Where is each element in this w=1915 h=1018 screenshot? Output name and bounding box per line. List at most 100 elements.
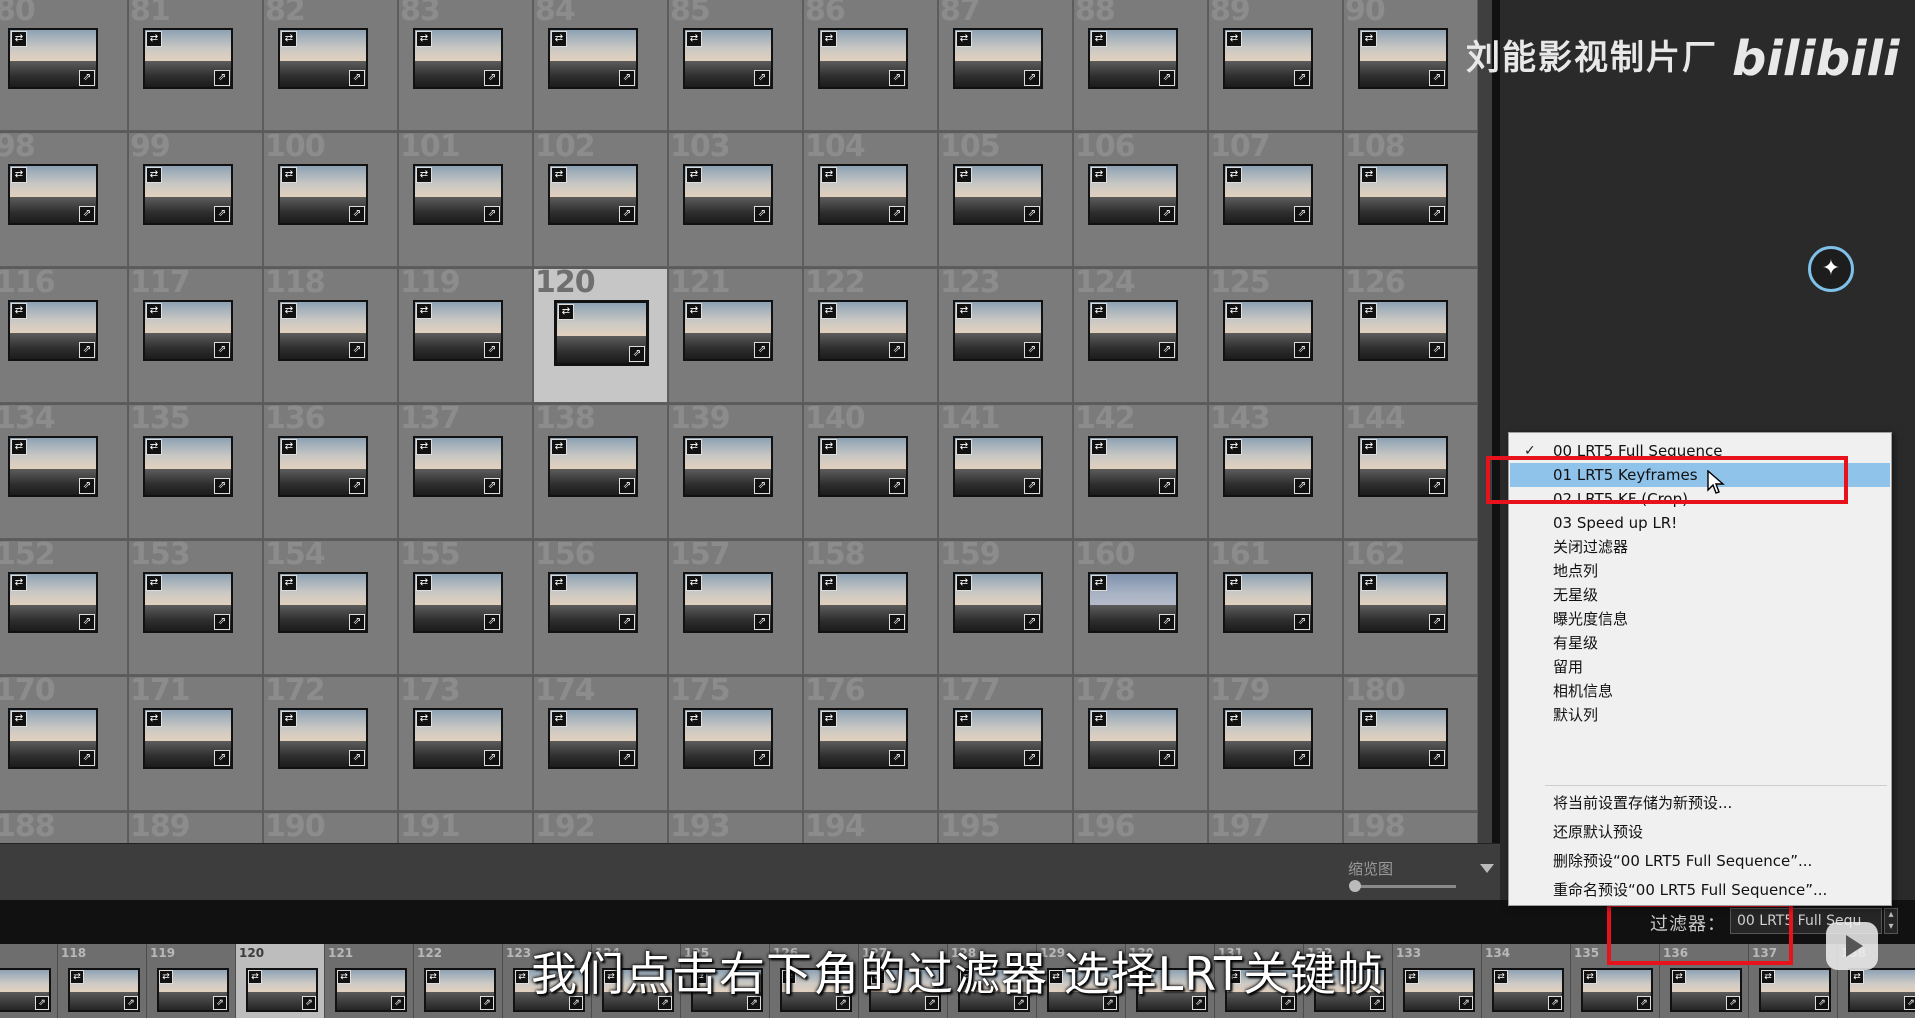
grid-cell[interactable]: 194	[804, 813, 938, 843]
photo-thumbnail[interactable]: ⇄ ⇗	[413, 436, 503, 497]
grid-cell[interactable]: 154 ⇄ ⇗	[264, 541, 398, 675]
filter-menu-action[interactable]: 重命名预设“00 LRT5 Full Sequence”...	[1510, 878, 1890, 902]
photo-thumbnail[interactable]: ⇄ ⇗	[143, 572, 233, 633]
filter-menu-item[interactable]: 无星级	[1510, 583, 1890, 607]
grid-cell[interactable]: 125 ⇄ ⇗	[1209, 269, 1343, 403]
grid-cell[interactable]: 81 ⇄ ⇗	[129, 0, 263, 131]
photo-thumbnail[interactable]: ⇄ ⇗	[143, 436, 233, 497]
filter-menu-action[interactable]: 删除预设“00 LRT5 Full Sequence”...	[1510, 849, 1890, 873]
photo-thumbnail[interactable]: ⇄ ⇗	[953, 300, 1043, 361]
photo-thumbnail[interactable]: ⇄ ⇗	[413, 300, 503, 361]
filter-menu-item[interactable]: 关闭过滤器	[1510, 535, 1890, 559]
grid-cell[interactable]: 136 ⇄ ⇗	[264, 405, 398, 539]
photo-thumbnail[interactable]: ⇄ ⇗	[818, 300, 908, 361]
grid-cell[interactable]: 143 ⇄ ⇗	[1209, 405, 1343, 539]
grid-cell[interactable]: 171 ⇄ ⇗	[129, 677, 263, 811]
grid-cell[interactable]: 177 ⇄ ⇗	[939, 677, 1073, 811]
photo-thumbnail[interactable]: ⇄ ⇗	[413, 708, 503, 769]
grid-cell[interactable]: 82 ⇄ ⇗	[264, 0, 398, 131]
photo-thumbnail[interactable]: ⇄ ⇗	[278, 572, 368, 633]
photo-thumbnail[interactable]: ⇄ ⇗	[1358, 300, 1448, 361]
filter-menu-item[interactable]: 相机信息	[1510, 679, 1890, 703]
photo-thumbnail[interactable]: ⇄ ⇗	[818, 436, 908, 497]
grid-cell[interactable]: 121 ⇄ ⇗	[669, 269, 803, 403]
filter-menu-action[interactable]: 还原默认预设	[1510, 820, 1890, 844]
grid-cell[interactable]: 84 ⇄ ⇗	[534, 0, 668, 131]
photo-thumbnail[interactable]: ⇄ ⇗	[143, 164, 233, 225]
photo-thumbnail[interactable]: ⇄ ⇗	[1223, 300, 1313, 361]
grid-cell[interactable]: 107 ⇄ ⇗	[1209, 133, 1343, 267]
grid-cell[interactable]: 158 ⇄ ⇗	[804, 541, 938, 675]
filter-menu-item[interactable]: 曝光度信息	[1510, 607, 1890, 631]
grid-cell[interactable]: 157 ⇄ ⇗	[669, 541, 803, 675]
photo-thumbnail[interactable]: ⇄ ⇗	[8, 708, 98, 769]
photo-thumbnail[interactable]: ⇄ ⇗	[1358, 164, 1448, 225]
thumbnail-size-slider[interactable]	[1350, 885, 1456, 888]
grid-cell[interactable]: 175 ⇄ ⇗	[669, 677, 803, 811]
grid-cell[interactable]: 83 ⇄ ⇗	[399, 0, 533, 131]
photo-thumbnail[interactable]: ⇄ ⇗	[683, 28, 773, 89]
grid-cell[interactable]: 89 ⇄ ⇗	[1209, 0, 1343, 131]
photo-thumbnail[interactable]: ⇄ ⇗	[818, 572, 908, 633]
photo-thumbnail[interactable]: ⇄ ⇗	[548, 164, 638, 225]
grid-cell[interactable]: 162 ⇄ ⇗	[1344, 541, 1478, 675]
photo-thumbnail[interactable]: ⇄ ⇗	[683, 300, 773, 361]
grid-cell[interactable]: 90 ⇄ ⇗	[1344, 0, 1478, 131]
grid-cell[interactable]: 198	[1344, 813, 1478, 843]
grid-cell[interactable]: 134 ⇄ ⇗	[0, 405, 128, 539]
grid-cell[interactable]: 178 ⇄ ⇗	[1074, 677, 1208, 811]
toolbar-menu-chevron-down-icon[interactable]	[1480, 864, 1494, 873]
photo-thumbnail[interactable]: ⇄ ⇗	[683, 164, 773, 225]
grid-cell[interactable]: 176 ⇄ ⇗	[804, 677, 938, 811]
photo-thumbnail[interactable]: ⇄ ⇗	[8, 572, 98, 633]
grid-cell[interactable]: 188	[0, 813, 128, 843]
photo-thumbnail[interactable]: ⇄ ⇗	[278, 300, 368, 361]
grid-cell[interactable]: 116 ⇄ ⇗	[0, 269, 128, 403]
photo-thumbnail[interactable]: ⇄ ⇗	[278, 28, 368, 89]
grid-cell[interactable]: 179 ⇄ ⇗	[1209, 677, 1343, 811]
photo-thumbnail[interactable]: ⇄ ⇗	[548, 572, 638, 633]
filter-menu-item[interactable]: 有星级	[1510, 631, 1890, 655]
grid-cell[interactable]: 192	[534, 813, 668, 843]
grid-cell[interactable]: 152 ⇄ ⇗	[0, 541, 128, 675]
grid-cell[interactable]: 88 ⇄ ⇗	[1074, 0, 1208, 131]
grid-cell[interactable]: 102 ⇄ ⇗	[534, 133, 668, 267]
grid-cell[interactable]: 137 ⇄ ⇗	[399, 405, 533, 539]
filter-menu-action[interactable]: 将当前设置存储为新预设...	[1510, 791, 1890, 815]
grid-cell[interactable]: 153 ⇄ ⇗	[129, 541, 263, 675]
photo-thumbnail[interactable]: ⇄ ⇗	[683, 436, 773, 497]
filter-menu-item[interactable]: 03 Speed up LR!	[1510, 511, 1890, 535]
grid-cell[interactable]: 98⇄⇗	[0, 133, 128, 267]
photo-thumbnail[interactable]: ⇄ ⇗	[413, 28, 503, 89]
grid-cell[interactable]: 120 ⇄ ⇗	[534, 269, 668, 403]
grid-cell[interactable]: 117 ⇄ ⇗	[129, 269, 263, 403]
photo-thumbnail[interactable]: ⇄ ⇗	[953, 164, 1043, 225]
grid-cell[interactable]: 101 ⇄ ⇗	[399, 133, 533, 267]
photo-thumbnail[interactable]: ⇄ ⇗	[143, 300, 233, 361]
photo-thumbnail[interactable]: ⇄ ⇗	[953, 572, 1043, 633]
photo-thumbnail[interactable]: ⇄ ⇗	[818, 164, 908, 225]
photo-thumbnail[interactable]: ⇄ ⇗	[1358, 708, 1448, 769]
grid-cell[interactable]: 172 ⇄ ⇗	[264, 677, 398, 811]
grid-cell[interactable]: 141 ⇄ ⇗	[939, 405, 1073, 539]
photo-thumbnail[interactable]: ⇄ ⇗	[953, 708, 1043, 769]
photo-thumbnail[interactable]: ⇄ ⇗	[548, 436, 638, 497]
photo-thumbnail[interactable]: ⇄ ⇗	[818, 28, 908, 89]
grid-cell[interactable]: 85 ⇄ ⇗	[669, 0, 803, 131]
photo-thumbnail[interactable]: ⇄ ⇗	[548, 708, 638, 769]
photo-thumbnail[interactable]: ⇄ ⇗	[548, 28, 638, 89]
grid-cell[interactable]: 135 ⇄ ⇗	[129, 405, 263, 539]
grid-cell[interactable]: 170 ⇄ ⇗	[0, 677, 128, 811]
photo-thumbnail[interactable]: ⇄ ⇗	[1223, 572, 1313, 633]
photo-thumbnail[interactable]: ⇄ ⇗	[1088, 436, 1178, 497]
grid-cell[interactable]: 87 ⇄ ⇗	[939, 0, 1073, 131]
thumbnail-size-slider-handle[interactable]	[1349, 880, 1361, 892]
grid-cell[interactable]: 197	[1209, 813, 1343, 843]
photo-thumbnail[interactable]: ⇄ ⇗	[1088, 572, 1178, 633]
photo-thumbnail[interactable]: ⇄ ⇗	[1088, 708, 1178, 769]
grid-cell[interactable]: 105 ⇄ ⇗	[939, 133, 1073, 267]
grid-cell[interactable]: 189	[129, 813, 263, 843]
photo-thumbnail[interactable]: ⇄ ⇗	[143, 708, 233, 769]
photo-thumbnail[interactable]: ⇄ ⇗	[953, 28, 1043, 89]
photo-thumbnail[interactable]: ⇄ ⇗	[1223, 28, 1313, 89]
